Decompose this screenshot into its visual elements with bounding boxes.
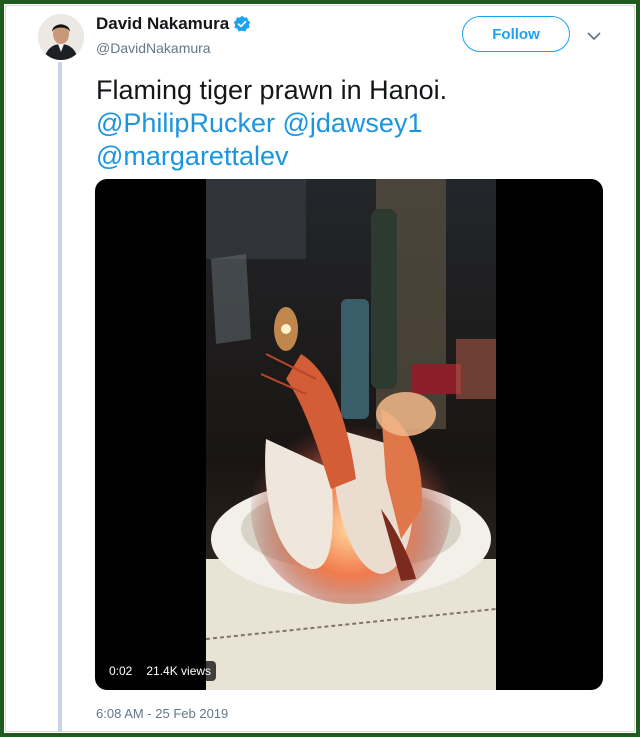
avatar[interactable] [38, 14, 84, 60]
tweet-timestamp[interactable]: 6:08 AM - 25 Feb 2019 [96, 706, 228, 721]
video-view-count: 21.4K views [141, 661, 217, 681]
video-stats: 0:02 21.4K views [104, 661, 217, 681]
tweet-text: Flaming tiger prawn in Hanoi. @PhilipRuc… [96, 74, 596, 173]
thread-line [58, 62, 62, 732]
display-name[interactable]: David Nakamura [96, 14, 229, 34]
video-frame [206, 179, 496, 690]
video-player[interactable] [95, 179, 603, 690]
mention-link[interactable]: @margarettalev [96, 141, 288, 171]
verified-icon [233, 15, 251, 32]
mention-link[interactable]: @jdawsey1 [282, 108, 422, 138]
user-handle[interactable]: @DavidNakamura [96, 40, 211, 56]
mention-link[interactable]: @PhilipRucker [96, 108, 275, 138]
chevron-down-icon[interactable] [586, 28, 602, 44]
follow-button[interactable]: Follow [462, 16, 570, 52]
video-elapsed-time: 0:02 [104, 661, 138, 681]
tweet-text-line: Flaming tiger prawn in Hanoi. [96, 75, 448, 105]
